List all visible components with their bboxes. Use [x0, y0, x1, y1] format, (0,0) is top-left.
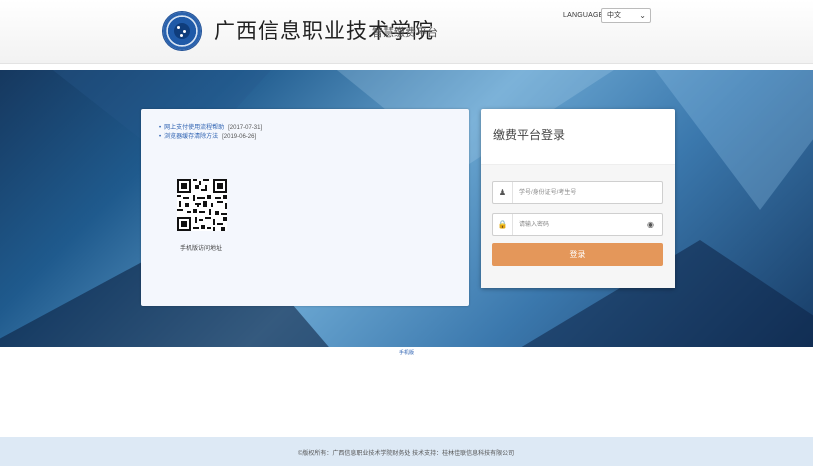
notice-date: [2017-07-31]	[228, 125, 263, 131]
footer: ©版权所有：广西信息职业技术学院财务处 技术支持：桂林佳联信息科技有限公司	[0, 437, 813, 466]
login-title: 缴费平台登录	[493, 128, 566, 142]
school-logo	[163, 12, 201, 50]
notice-panel: • 网上支付使用流程帮助 [2017-07-31] • 浏览器缓存清除方法 [2019-…	[141, 109, 469, 306]
mobile-version-link[interactable]: 手机版	[399, 349, 414, 356]
language-select[interactable]: 中文 ⌄	[601, 8, 651, 23]
logo-star	[183, 30, 186, 33]
language-selected-value: 中文	[607, 12, 621, 19]
notice-item: • 网上支付使用流程帮助 [2017-07-31]	[159, 124, 262, 133]
notice-date: [2019-06-26]	[222, 134, 257, 140]
footer-copyright: ©版权所有：广西信息职业技术学院财务处 技术支持：桂林佳联信息科技有限公司	[298, 451, 515, 457]
logo-star	[177, 26, 180, 29]
eye-icon[interactable]: ◉	[647, 214, 654, 235]
login-header: 缴费平台登录	[481, 109, 675, 165]
username-input[interactable]	[519, 186, 639, 199]
bullet-icon: •	[159, 134, 162, 140]
username-field[interactable]: ♟	[492, 181, 663, 204]
login-button[interactable]: 登录	[492, 243, 663, 266]
user-icon: ♟	[493, 182, 513, 203]
password-field[interactable]: 🔒 ◉	[492, 213, 663, 236]
login-form: ♟ 🔒 ◉	[481, 165, 675, 288]
bullet-icon: •	[159, 125, 162, 131]
lock-icon: 🔒	[493, 214, 513, 235]
qr-caption: 手机版访问地址	[180, 246, 223, 252]
platform-subtitle: 智慧缴费平台	[372, 27, 438, 39]
language-label: LANGUAGE	[563, 12, 604, 19]
notice-list: • 网上支付使用流程帮助 [2017-07-31] • 浏览器缓存清除方法 [2019-…	[159, 124, 262, 142]
notice-link[interactable]: 网上支付使用流程帮助	[164, 125, 224, 131]
chevron-down-icon: ⌄	[639, 11, 646, 20]
notice-link[interactable]: 浏览器缓存清除方法	[164, 134, 218, 140]
logo-star	[180, 34, 183, 37]
qr-code-image	[177, 179, 227, 231]
password-input[interactable]	[519, 218, 639, 231]
page: 广西信息职业技术学院 智慧缴费平台 LANGUAGE 中文 ⌄ • 网上支付使用流…	[0, 0, 813, 466]
login-panel: 缴费平台登录 ♟ 🔒 ◉ 登录	[481, 109, 675, 288]
notice-item: • 浏览器缓存清除方法 [2019-06-26]	[159, 133, 262, 142]
header: 广西信息职业技术学院 智慧缴费平台 LANGUAGE 中文 ⌄	[0, 0, 813, 64]
